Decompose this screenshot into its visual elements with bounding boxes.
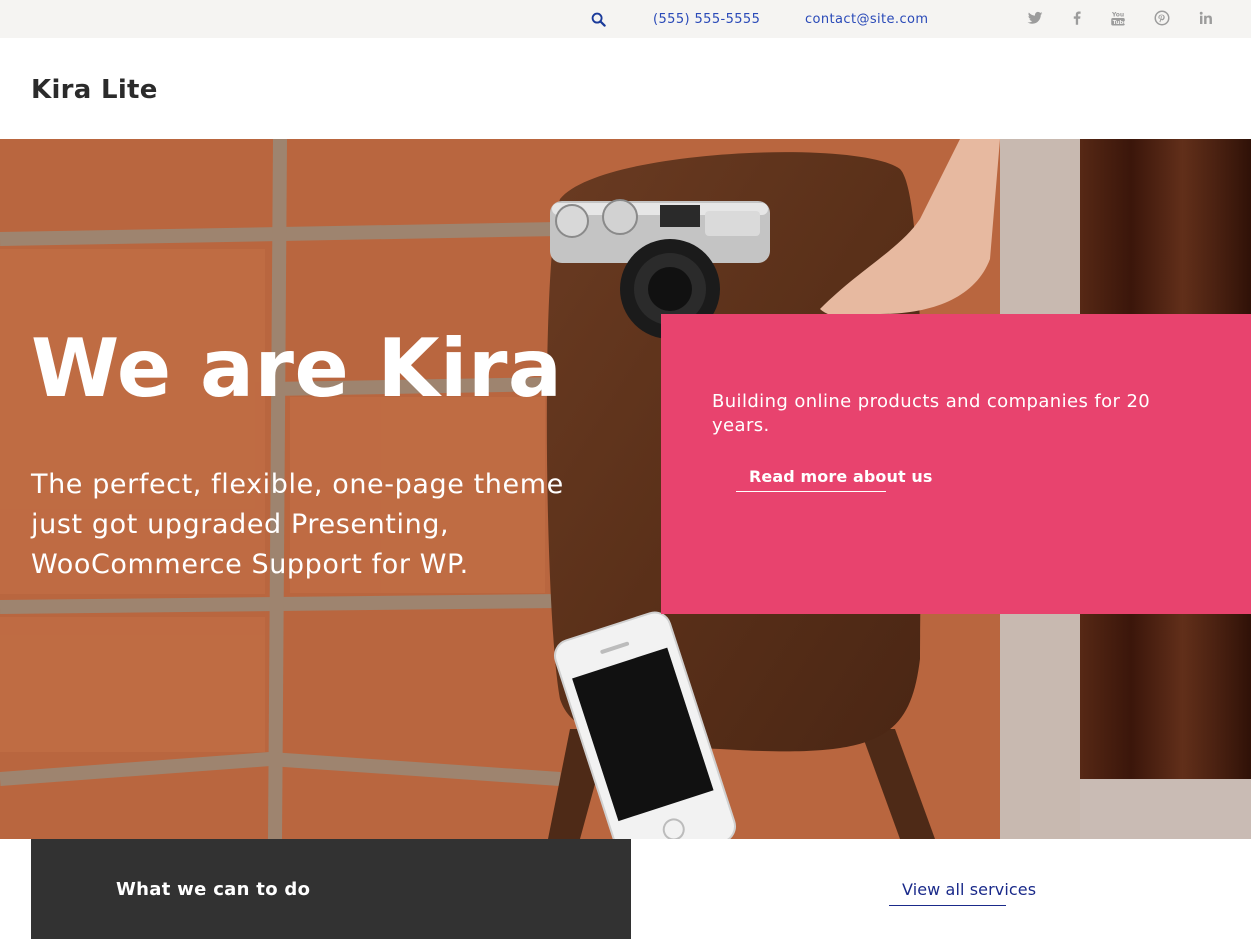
view-all-underline (889, 905, 1006, 906)
search-icon[interactable] (591, 12, 606, 27)
services-heading-box: What we can to do (31, 839, 631, 939)
youtube-icon[interactable]: You Tube (1109, 9, 1127, 27)
read-more-underline (736, 491, 886, 492)
services-title: What we can to do (116, 879, 311, 900)
site-header: Kira Lite (0, 38, 1251, 139)
svg-text:You: You (1111, 12, 1124, 19)
read-more-link[interactable]: Read more about us (749, 467, 933, 486)
phone-link[interactable]: (555) 555-5555 (653, 12, 760, 27)
hero-title: We are Kira (31, 322, 563, 415)
facebook-icon[interactable] (1068, 9, 1086, 27)
linkedin-icon[interactable] (1197, 9, 1215, 27)
twitter-icon[interactable] (1026, 9, 1044, 27)
view-all-services-link[interactable]: View all services (902, 880, 1036, 899)
hero-subtitle: The perfect, flexible, one-page theme ju… (31, 469, 564, 580)
pinterest-icon[interactable] (1153, 9, 1171, 27)
about-card-text: Building online products and companies f… (712, 391, 1151, 436)
email-link[interactable]: contact@site.com (805, 12, 928, 27)
top-bar: (555) 555-5555 contact@site.com You Tube (0, 0, 1251, 38)
svg-text:Tube: Tube (1113, 20, 1127, 26)
about-card: Building online products and companies f… (661, 314, 1251, 614)
site-logo[interactable]: Kira Lite (31, 75, 158, 105)
